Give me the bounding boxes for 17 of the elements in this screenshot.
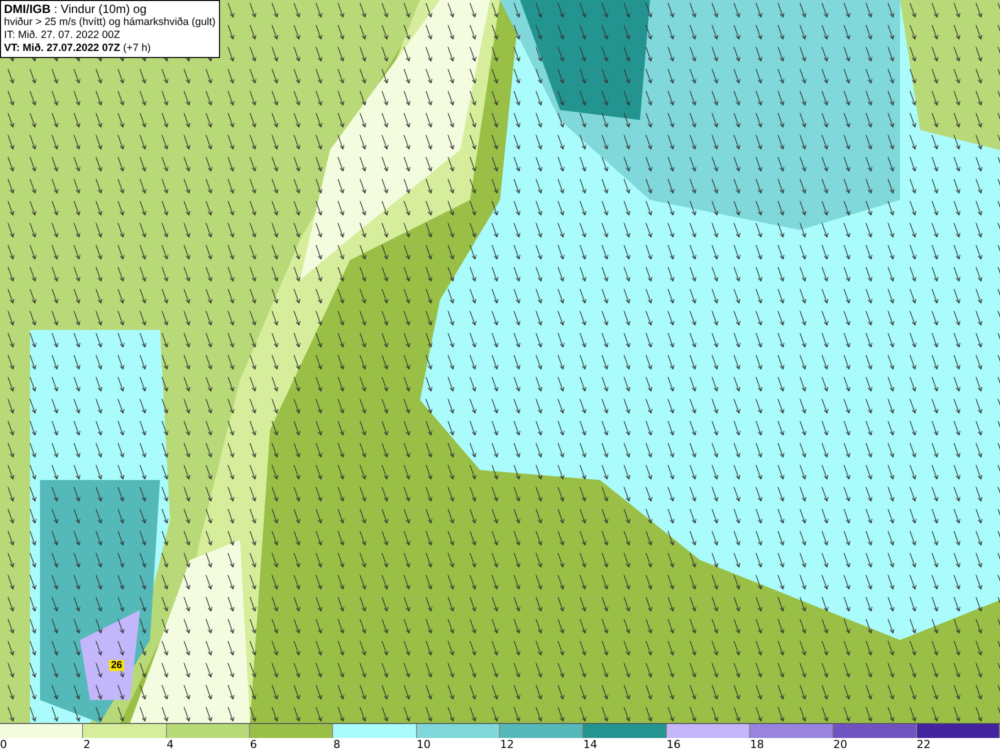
info-text: DMI/IGB : Vindur (10m) og: [4, 3, 148, 16]
legend-label: 4: [166, 738, 174, 752]
legend-label: 16: [666, 738, 681, 752]
max-gust-label: 26: [109, 660, 124, 671]
legend-label: 8: [333, 738, 340, 752]
legend-label: 0: [0, 738, 7, 752]
legend-label: 12: [500, 738, 514, 752]
legend-label: 6: [250, 738, 257, 752]
info-text: hviður > 25 m/s (hvítt) og hámarkshviða (gult): [4, 16, 216, 29]
legend-label: 22: [916, 738, 931, 752]
legend-label: 18: [750, 738, 764, 752]
info-text: VT: Mið. 27.07.2022 07Z (+7 h): [4, 42, 152, 55]
legend-label: 2: [83, 738, 90, 752]
info-text: IT: Mið. 27. 07. 2022 00Z: [4, 29, 122, 42]
legend-label: 10: [416, 738, 431, 752]
legend-label: 20: [833, 738, 848, 752]
legend-label: 14: [583, 738, 598, 752]
